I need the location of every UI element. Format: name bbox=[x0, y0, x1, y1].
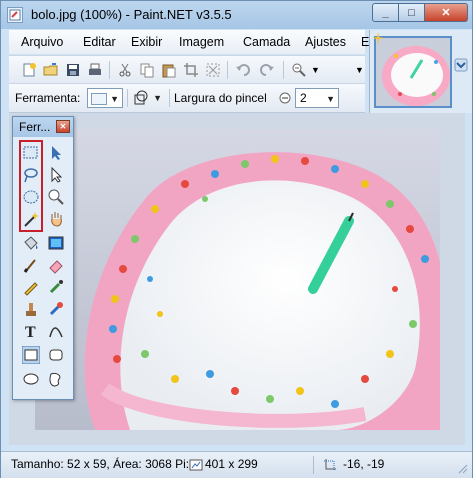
brush-width-label: Largura do pincel bbox=[174, 91, 267, 105]
status-bar: Tamanho: 52 x 59, Área: 3068 Pi: 401 x 2… bbox=[1, 451, 472, 478]
paint-net-window: bolo.jpg (100%) - Paint.NET v3.5.5 _ □ ✕… bbox=[0, 0, 473, 478]
image-size-icon bbox=[189, 459, 203, 471]
tools-title: Ferr... bbox=[19, 120, 51, 134]
selection-mode-icon bbox=[134, 90, 148, 105]
cursor-position-icon bbox=[324, 459, 336, 471]
tool-selector[interactable]: ▼ bbox=[87, 88, 123, 108]
menu-bar: Arquivo Editar Exibir Imagem Camada Ajus… bbox=[9, 30, 373, 54]
title-bar[interactable]: bolo.jpg (100%) - Paint.NET v3.5.5 _ □ ✕ bbox=[1, 1, 472, 29]
cake-photo[interactable] bbox=[35, 129, 440, 430]
zoom-dropdown-arrow[interactable]: ▼ bbox=[311, 65, 320, 75]
toolbar-separator bbox=[283, 61, 284, 79]
resize-grip-icon[interactable] bbox=[456, 462, 468, 474]
toolbar-separator bbox=[127, 89, 128, 107]
chevron-down-icon: ▼ bbox=[326, 94, 335, 104]
pan-hand-icon[interactable] bbox=[47, 210, 65, 228]
tools-close-button[interactable]: ✕ bbox=[56, 120, 70, 133]
cursor-position-text: -16, -19 bbox=[343, 457, 385, 471]
image-thumbnail-panel bbox=[369, 30, 472, 113]
recolor-icon[interactable] bbox=[47, 300, 65, 318]
pencil-icon[interactable] bbox=[22, 278, 40, 296]
rounded-rectangle-icon[interactable] bbox=[47, 346, 65, 364]
menu-arquivo[interactable]: Arquivo bbox=[21, 35, 63, 49]
paintbrush-icon[interactable] bbox=[22, 256, 40, 274]
ellipse-select-icon[interactable] bbox=[22, 188, 40, 206]
minimize-button[interactable]: _ bbox=[372, 3, 399, 22]
thumbnail-scroll-icon[interactable] bbox=[454, 58, 468, 72]
move-selected-pixels-icon[interactable] bbox=[47, 144, 65, 162]
image-thumbnail[interactable] bbox=[374, 36, 452, 108]
menu-ajustes[interactable]: Ajustes bbox=[305, 35, 346, 49]
rectangle-select-icon bbox=[91, 93, 107, 105]
brush-width-value: 2 bbox=[300, 91, 307, 105]
tool-options-toolbar: Ferramenta: ▼ ▼ Largura do pincel 2 ▼ bbox=[9, 83, 365, 113]
copy-icon[interactable] bbox=[139, 62, 155, 78]
window-title: bolo.jpg (100%) - Paint.NET v3.5.5 bbox=[31, 7, 232, 22]
undo-icon[interactable] bbox=[235, 62, 251, 78]
crop-icon[interactable] bbox=[183, 62, 199, 78]
image-size-text: 401 x 299 bbox=[205, 457, 258, 471]
clone-stamp-icon[interactable] bbox=[22, 300, 40, 318]
ellipse-tool-icon[interactable] bbox=[22, 370, 40, 388]
move-selection-icon[interactable] bbox=[47, 166, 65, 184]
main-toolbar: ▼ ▼ bbox=[9, 55, 365, 84]
paint-bucket-icon[interactable] bbox=[22, 234, 40, 252]
tools-window: Ferr... ✕ T bbox=[12, 116, 74, 400]
selection-size-text: Tamanho: 52 x 59, Área: 3068 Pi: bbox=[11, 457, 190, 471]
new-icon[interactable] bbox=[21, 62, 37, 78]
app-icon[interactable] bbox=[7, 7, 23, 23]
svg-text:T: T bbox=[25, 324, 36, 340]
color-picker-icon[interactable] bbox=[47, 278, 65, 296]
tools-title-bar[interactable]: Ferr... ✕ bbox=[13, 117, 73, 137]
toolbar-separator bbox=[169, 89, 170, 107]
menu-editar[interactable]: Editar bbox=[83, 35, 116, 49]
cake-thumbnail-image bbox=[376, 38, 450, 106]
maximize-button[interactable]: □ bbox=[399, 3, 425, 22]
menu-imagem[interactable]: Imagem bbox=[179, 35, 224, 49]
save-icon[interactable] bbox=[65, 62, 81, 78]
zoom-tool-icon[interactable] bbox=[47, 188, 65, 206]
chevron-down-icon: ▼ bbox=[110, 94, 119, 104]
menu-exibir[interactable]: Exibir bbox=[131, 35, 162, 49]
print-icon[interactable] bbox=[87, 62, 103, 78]
redo-icon[interactable] bbox=[259, 62, 275, 78]
menu-camada[interactable]: Camada bbox=[243, 35, 290, 49]
open-icon[interactable] bbox=[43, 62, 59, 78]
zoom-icon[interactable] bbox=[291, 62, 307, 78]
eraser-icon[interactable] bbox=[47, 256, 65, 274]
line-curve-icon[interactable] bbox=[47, 322, 65, 340]
gradient-icon[interactable] bbox=[47, 234, 65, 252]
toolbar-separator bbox=[227, 61, 228, 79]
rectangle-select-icon[interactable] bbox=[22, 144, 40, 162]
cake-image bbox=[35, 129, 440, 430]
toolbar-separator bbox=[109, 61, 110, 79]
sparkle-icon bbox=[372, 32, 384, 44]
status-separator bbox=[313, 456, 314, 474]
paste-icon[interactable] bbox=[161, 62, 177, 78]
toolbar-overflow-arrow[interactable]: ▼ bbox=[355, 65, 364, 75]
tool-label: Ferramenta: bbox=[15, 91, 81, 105]
deselect-icon[interactable] bbox=[205, 62, 221, 78]
rectangle-tool-icon[interactable] bbox=[22, 346, 40, 364]
lasso-select-icon[interactable] bbox=[22, 166, 40, 184]
brush-width-dropdown[interactable]: 2 ▼ bbox=[295, 88, 339, 108]
magic-wand-icon[interactable] bbox=[22, 210, 40, 228]
text-tool-icon[interactable]: T bbox=[22, 322, 40, 340]
decrease-icon[interactable] bbox=[279, 92, 291, 104]
caption-buttons: _ □ ✕ bbox=[372, 3, 468, 23]
chevron-down-icon: ▼ bbox=[153, 93, 162, 103]
close-button[interactable]: ✕ bbox=[425, 3, 468, 22]
freeform-shape-icon[interactable] bbox=[47, 370, 65, 388]
selection-mode-selector[interactable]: ▼ bbox=[131, 88, 165, 108]
cut-icon[interactable] bbox=[117, 62, 133, 78]
